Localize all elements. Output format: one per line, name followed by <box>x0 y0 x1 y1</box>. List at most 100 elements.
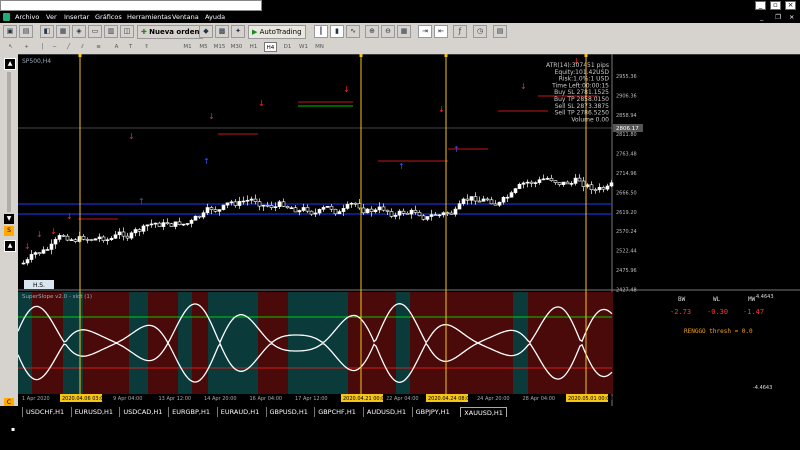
symbol-tab[interactable]: EURGBP,H1 <box>168 407 213 417</box>
symbol-tab[interactable]: EURUSD,H1 <box>70 407 116 417</box>
symbol-tab[interactable]: AUDUSD,H1 <box>362 407 409 417</box>
candle-body <box>177 221 182 225</box>
left-scrollbar-track[interactable] <box>7 72 11 212</box>
symbol-tab[interactable]: USDCAD,H1 <box>119 407 165 417</box>
zoom-in-icon[interactable]: ⊕ <box>365 25 379 38</box>
timeframe-m15[interactable]: M15 <box>213 42 226 52</box>
mdi-minimize-button[interactable]: _ <box>760 13 763 21</box>
menu-graficos[interactable]: Gráficos <box>95 13 122 21</box>
market-icon[interactable]: ▩ <box>215 25 229 38</box>
timeframe-m30[interactable]: M30 <box>230 42 243 52</box>
menu-insertar[interactable]: Insertar <box>64 13 89 21</box>
timeframe-mn[interactable]: MN <box>313 42 326 52</box>
indicators-icon[interactable]: ƒ <box>453 25 467 38</box>
indicator-bar <box>566 292 613 394</box>
candle-body <box>497 201 502 206</box>
minimize-button[interactable]: _ <box>755 1 766 10</box>
text-icon[interactable]: A <box>110 42 123 52</box>
symbol-tab[interactable]: EURAUD,H1 <box>216 407 262 417</box>
info-text-block: ATR(14):307451 pipsEquity:101.42USDRisk:… <box>546 62 609 123</box>
zoom-out-icon[interactable]: ⊖ <box>381 25 395 38</box>
mdi-close-button[interactable]: × <box>789 13 794 21</box>
menu-herramientas[interactable]: Herramientas <box>127 13 171 21</box>
templates-icon[interactable]: ▤ <box>493 25 507 38</box>
bar-chart-icon[interactable]: ┃ <box>314 25 328 38</box>
horizontal-line-icon[interactable]: ─ <box>48 42 61 52</box>
sell-arrow-icon: ↓ <box>128 132 135 141</box>
price-scale-label: 2858.94 <box>616 113 637 119</box>
price-scale-label: 2570.24 <box>616 229 637 235</box>
scroll-down-arrow-icon[interactable]: ▼ <box>4 214 14 224</box>
candle-body <box>133 229 138 234</box>
channel-icon[interactable]: ⫽ <box>76 42 89 52</box>
candle-body <box>129 232 134 239</box>
candle-body <box>429 214 434 217</box>
timeframe-h1[interactable]: H1 <box>247 42 260 52</box>
candlestick-icon[interactable]: ▮ <box>330 25 344 38</box>
candle-body <box>493 203 498 206</box>
symbol-tab[interactable]: GBPCHF,H1 <box>314 407 359 417</box>
timeframe-w1[interactable]: W1 <box>297 42 310 52</box>
close-button[interactable]: × <box>785 1 796 10</box>
sell-arrow-icon: ↓ <box>24 242 31 251</box>
candle-body <box>85 239 90 241</box>
chart-window[interactable]: SP500,H4 ↓ ↓ ↓ ↓ ↓ ↓ ↓ ↓ ↓ ↓ ↓ ↑ ↑ ↑ ↑ H.S. ATR(14):30… <box>17 53 800 406</box>
profiles-icon[interactable]: ▤ <box>19 25 33 38</box>
trendline-icon[interactable]: ╱ <box>62 42 75 52</box>
candle-body <box>197 215 202 218</box>
navigator-icon[interactable]: ◈ <box>72 25 86 38</box>
candle-body <box>69 239 74 242</box>
price-chart-canvas[interactable]: SP500,H4 ↓↓ ↓↓↓↓↓↓↓↓↓↑↑↑↑ H.S. ATR(14):30… <box>17 53 800 406</box>
menu-ayuda[interactable]: Ayuda <box>205 13 225 21</box>
date-axis-label: 16 Apr 04:00 <box>250 396 283 402</box>
candle-body <box>141 225 146 232</box>
left-panel: ▲ ▼ S ▲ C <box>0 54 18 408</box>
signals-icon[interactable]: ✦ <box>231 25 245 38</box>
tile-windows-icon[interactable]: ▦ <box>397 25 411 38</box>
label-icon[interactable]: T <box>124 42 137 52</box>
symbol-tab[interactable]: GBPUSD,H1 <box>265 407 311 417</box>
candle-body <box>45 249 50 251</box>
candle-body <box>341 208 346 212</box>
candle-body <box>293 207 298 213</box>
arrows-icon[interactable]: ⇑ <box>140 42 153 52</box>
autotrading-button[interactable]: ▶ AutoTrading <box>248 25 306 39</box>
symbol-tab[interactable]: GBPJPY,H1 <box>411 407 453 417</box>
fibonacci-icon[interactable]: ≡ <box>92 42 105 52</box>
metaeditor-icon[interactable]: ◆ <box>199 25 213 38</box>
timeframe-m1[interactable]: M1 <box>181 42 194 52</box>
timeframe-d1[interactable]: D1 <box>281 42 294 52</box>
main-toolbar: ▣ ▤ ◧ ▦ ◈ ▭ ▥ ◫ ✚ Nueva orden ◆ ▩ ✦ ▶ Au… <box>0 23 800 42</box>
info-line: Volume 0.00 <box>571 116 609 123</box>
candle-body <box>477 200 482 203</box>
signals-tab-icon[interactable]: S <box>4 226 14 236</box>
timeframe-h4[interactable]: H4 <box>264 42 277 52</box>
line-chart-icon[interactable]: ∿ <box>346 25 360 38</box>
data-window-icon[interactable]: ▦ <box>56 25 70 38</box>
candle-body <box>149 223 154 226</box>
symbol-tab[interactable]: USDCHF,H1 <box>22 407 67 417</box>
scroll-up-arrow-2-icon[interactable]: ▲ <box>4 240 16 252</box>
symbol-tabs-bar: USDCHF,H1 EURUSD,H1 USDCAD,H1 EURGBP,H1 EURA… <box>0 406 800 419</box>
chart-shift-icon[interactable]: ⇤ <box>434 25 448 38</box>
maximize-button[interactable]: ▫ <box>770 1 781 10</box>
autoscroll-icon[interactable]: ⇥ <box>418 25 432 38</box>
periods-icon[interactable]: ◷ <box>473 25 487 38</box>
indicator-bar <box>396 292 410 394</box>
chart-symbol-label: SP500,H4 <box>22 58 51 65</box>
history-icon[interactable]: ◫ <box>120 25 134 38</box>
terminal-icon[interactable]: ▭ <box>88 25 102 38</box>
timeframe-m5[interactable]: M5 <box>197 42 210 52</box>
menu-ventana[interactable]: Ventana <box>172 13 199 21</box>
cursor-icon[interactable]: ↖ <box>4 42 17 52</box>
new-order-button[interactable]: ✚ Nueva orden <box>137 25 204 39</box>
crosshair-icon[interactable]: + <box>20 42 33 52</box>
mdi-restore-button[interactable]: ❐ <box>775 13 781 21</box>
candle-body <box>257 201 262 207</box>
menu-ver[interactable]: Ver <box>46 13 57 21</box>
strategy-tester-icon[interactable]: ▥ <box>104 25 118 38</box>
new-chart-icon[interactable]: ▣ <box>3 25 17 38</box>
scroll-up-arrow-icon[interactable]: ▲ <box>4 58 16 70</box>
market-watch-icon[interactable]: ◧ <box>40 25 54 38</box>
menu-archivo[interactable]: Archivo <box>15 13 39 21</box>
